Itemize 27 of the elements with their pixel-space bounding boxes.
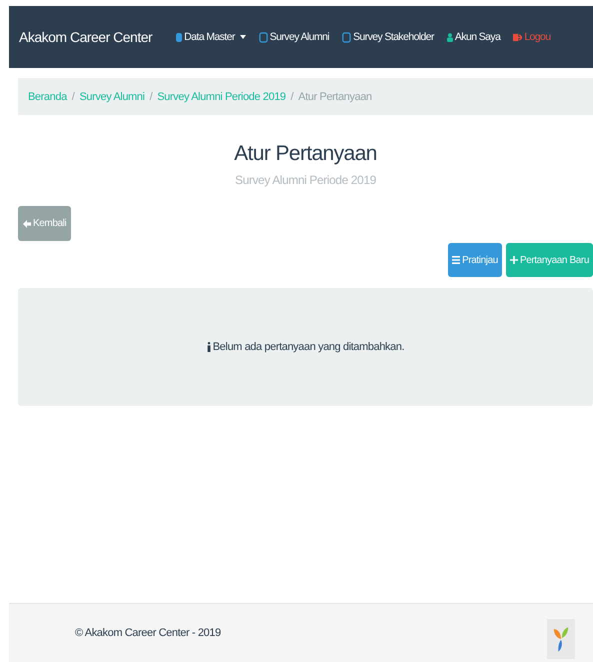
breadcrumb-link[interactable]: Beranda bbox=[28, 90, 67, 102]
nav-link[interactable]: Akun Saya bbox=[446, 31, 500, 43]
breadcrumb-link[interactable]: Survey Alumni bbox=[79, 90, 145, 102]
nav-link[interactable]: Logou bbox=[513, 31, 551, 43]
add-button[interactable]: Pertanyaan Baru bbox=[506, 243, 593, 277]
info-icon bbox=[206, 342, 211, 352]
breadcrumb-current: Atur Pertanyaan bbox=[298, 90, 372, 102]
plus-icon bbox=[510, 256, 518, 264]
breadcrumb-separator: / bbox=[72, 90, 74, 102]
nav-link[interactable]: Survey Alumni bbox=[258, 31, 330, 43]
preview-button[interactable]: Pratinjau bbox=[448, 243, 502, 277]
arrow-left-icon bbox=[23, 220, 31, 228]
back-button[interactable]: Kembali bbox=[18, 206, 72, 241]
brand-link[interactable]: Akakom Career Center bbox=[19, 29, 152, 45]
sign-out-icon bbox=[513, 32, 522, 42]
list-icon bbox=[452, 256, 460, 264]
nav-link[interactable]: Data Master bbox=[176, 31, 246, 43]
empty-message: Belum ada pertanyaan yang ditambahkan. bbox=[212, 341, 404, 353]
breadcrumb-link[interactable]: Survey Alumni Periode 2019 bbox=[157, 90, 286, 102]
breadcrumb-separator: / bbox=[290, 90, 294, 102]
nav-link[interactable]: Survey Stakeholder bbox=[342, 31, 434, 43]
copyright-text: © Akakom Career Center - 2019 bbox=[75, 627, 221, 639]
user-icon bbox=[446, 32, 453, 42]
page-title: Atur Pertanyaan bbox=[233, 141, 378, 167]
page-subtitle: Survey Alumni Periode 2019 bbox=[234, 173, 378, 187]
breadcrumb-separator: / bbox=[150, 90, 152, 102]
logo-icon bbox=[552, 625, 570, 653]
